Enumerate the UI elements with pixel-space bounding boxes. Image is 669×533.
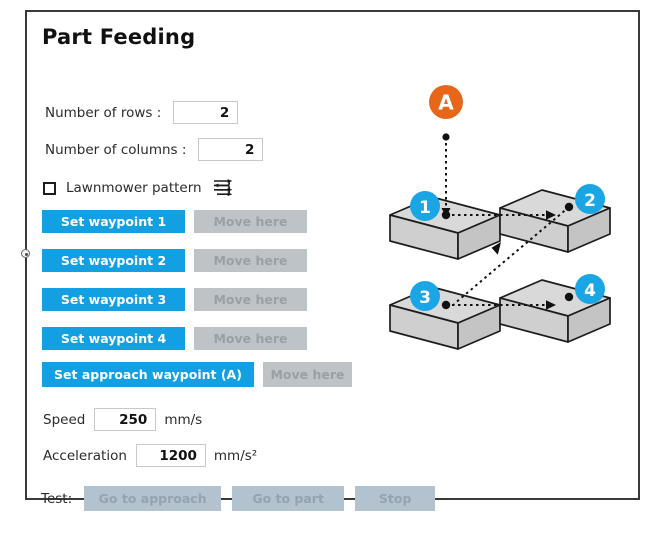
set-waypoint-3-button[interactable]: Set waypoint 3 xyxy=(42,288,185,311)
approach-waypoint-row: Set approach waypoint (A) Move here xyxy=(42,362,352,387)
panel-resize-handle[interactable] xyxy=(21,249,30,258)
set-waypoint-1-button[interactable]: Set waypoint 1 xyxy=(42,210,185,233)
approach-marker-a: A xyxy=(429,85,463,119)
waypoint-marker-2: 2 xyxy=(575,184,605,214)
svg-text:2: 2 xyxy=(584,191,596,211)
waypoint-marker-3: 3 xyxy=(410,281,440,311)
part-feeding-waypoint-diagram: A 1 2 3 4 xyxy=(372,82,637,352)
part-block-3 xyxy=(389,286,501,350)
path-dot-2 xyxy=(564,202,574,212)
waypoint-marker-4: 4 xyxy=(575,274,605,304)
number-of-rows-input[interactable]: 2 xyxy=(173,101,239,124)
lawnmower-pattern-checkbox[interactable] xyxy=(43,181,56,195)
move-here-2-button[interactable]: Move here xyxy=(194,249,307,272)
set-waypoint-2-button[interactable]: Set waypoint 2 xyxy=(42,249,185,272)
move-here-3-button[interactable]: Move here xyxy=(194,288,307,311)
acceleration-unit-label: mm/s² xyxy=(213,447,258,464)
test-label: Test: xyxy=(41,490,73,507)
speed-input[interactable]: 250 xyxy=(94,408,157,431)
page-title: Part Feeding xyxy=(42,25,196,49)
waypoint-row-2: Set waypoint 2 Move here xyxy=(42,249,307,272)
move-here-1-button[interactable]: Move here xyxy=(194,210,307,233)
columns-field-row: Number of columns : 2 xyxy=(45,138,264,161)
lawnmower-pattern-row: Lawnmower pattern xyxy=(43,176,235,200)
part-block-1 xyxy=(389,196,501,260)
rows-label: Number of rows : xyxy=(45,104,162,121)
speed-label: Speed xyxy=(43,411,86,428)
path-dot-3 xyxy=(441,300,451,310)
acceleration-field-row: Acceleration 1200 mm/s² xyxy=(43,444,257,467)
set-approach-waypoint-button[interactable]: Set approach waypoint (A) xyxy=(42,362,254,387)
svg-text:3: 3 xyxy=(419,288,431,308)
part-feeding-panel: Part Feeding Number of rows : 2 Number o… xyxy=(25,10,640,511)
set-waypoint-4-button[interactable]: Set waypoint 4 xyxy=(42,327,185,350)
path-dot-4 xyxy=(564,292,574,302)
rows-field-row: Number of rows : 2 xyxy=(45,101,239,124)
path-dot-1 xyxy=(441,210,451,220)
speed-field-row: Speed 250 mm/s xyxy=(43,408,202,431)
path-dot-approach xyxy=(442,133,450,141)
waypoint-row-3: Set waypoint 3 Move here xyxy=(42,288,307,311)
go-to-part-button[interactable]: Go to part xyxy=(232,486,345,511)
go-to-approach-button[interactable]: Go to approach xyxy=(84,486,222,511)
move-here-approach-button[interactable]: Move here xyxy=(263,362,352,387)
test-controls-row: Test: Go to approach Go to part Stop xyxy=(41,486,436,511)
speed-unit-label: mm/s xyxy=(164,411,203,428)
move-here-4-button[interactable]: Move here xyxy=(194,327,307,350)
waypoint-marker-1: 1 xyxy=(410,191,440,221)
lawnmower-pattern-label: Lawnmower pattern xyxy=(66,180,202,196)
acceleration-input[interactable]: 1200 xyxy=(135,444,206,467)
svg-text:1: 1 xyxy=(419,198,431,218)
columns-label: Number of columns : xyxy=(45,141,187,158)
lawnmower-serpentine-icon xyxy=(211,176,235,200)
svg-text:4: 4 xyxy=(584,281,596,301)
waypoint-row-1: Set waypoint 1 Move here xyxy=(42,210,307,233)
svg-text:A: A xyxy=(438,91,454,115)
stop-button[interactable]: Stop xyxy=(355,486,436,511)
number-of-columns-input[interactable]: 2 xyxy=(198,138,264,161)
waypoint-row-4: Set waypoint 4 Move here xyxy=(42,327,307,350)
acceleration-label: Acceleration xyxy=(43,447,127,464)
